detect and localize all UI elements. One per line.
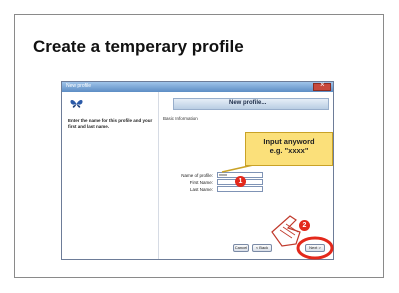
step-badge-2: 2 xyxy=(299,220,310,231)
callout-line-2: e.g. "xxxx" xyxy=(269,146,309,155)
annotation-overlay xyxy=(221,162,334,260)
hand-pointer-icon xyxy=(271,215,301,247)
callout-line-1: Input anyword xyxy=(263,137,315,146)
input-hint-callout: Input anyword e.g. "xxxx" xyxy=(245,132,333,166)
step-badge-1: 1 xyxy=(235,176,246,187)
next-button-highlight xyxy=(296,236,334,260)
